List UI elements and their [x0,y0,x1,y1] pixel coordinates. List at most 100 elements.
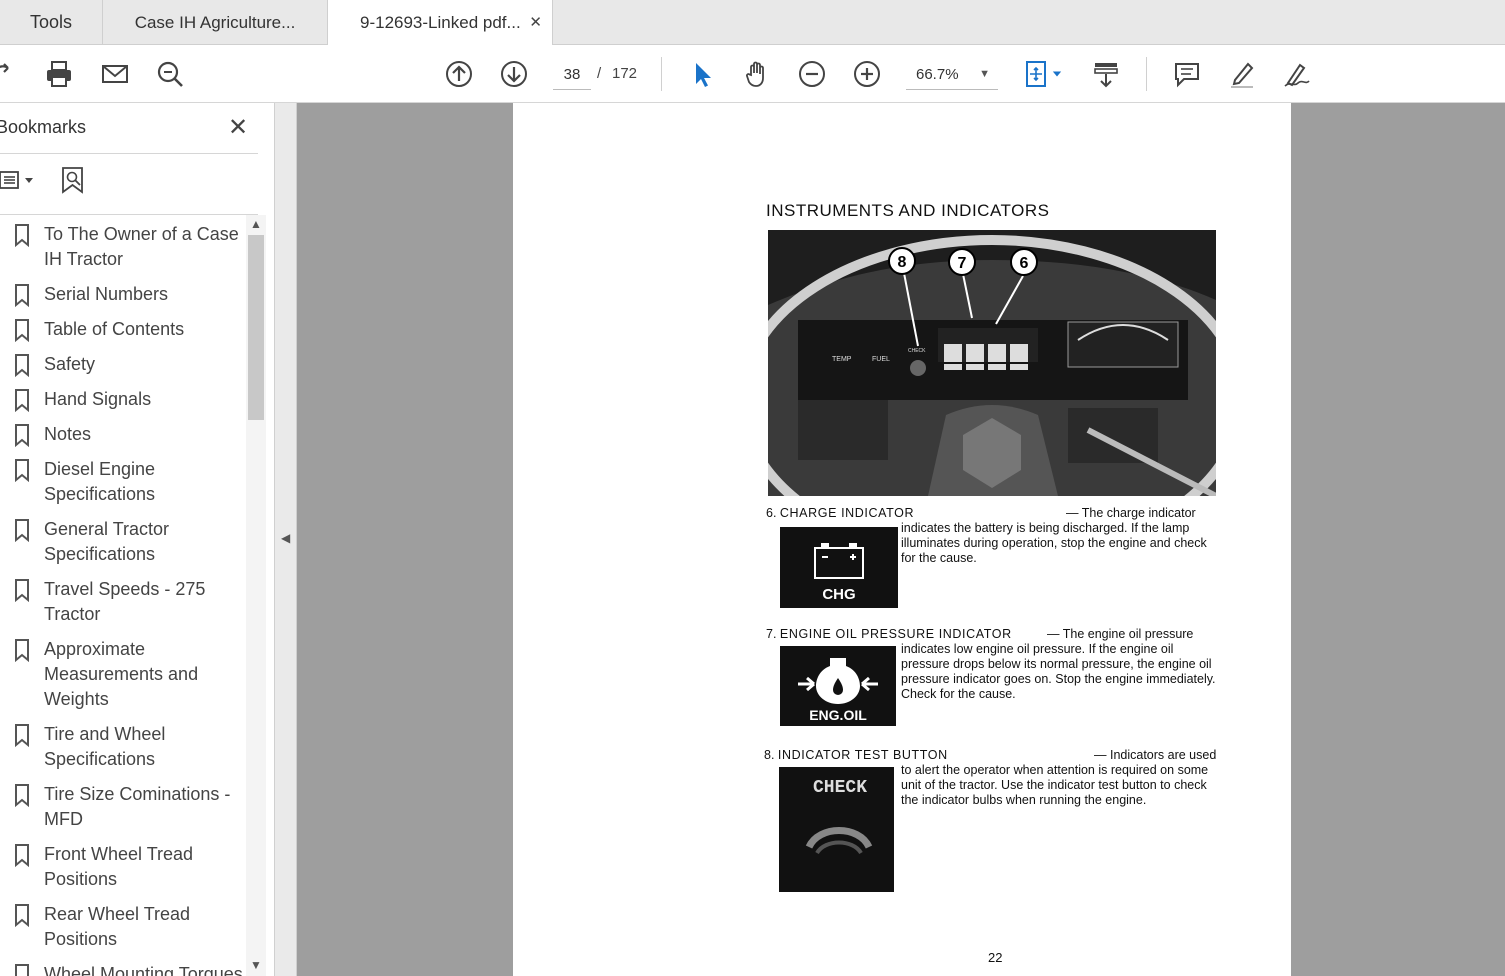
pdf-page: INSTRUMENTS AND INDICATORS TEMP FUEL CHE… [513,103,1291,976]
bookmark-item[interactable]: To The Owner of a Case IH Tractor [0,215,246,275]
chevron-down-icon: ▼ [979,68,990,80]
previous-page-icon[interactable] [442,57,476,91]
highlight-pen-icon[interactable] [1225,57,1259,91]
engine-oil-icon: ENG.OIL [780,646,896,726]
bookmark-label: To The Owner of a Case IH Tractor [44,224,239,269]
tab-tools[interactable]: Tools [0,0,103,45]
bookmark-item[interactable]: Travel Speeds - 275 Tractor [0,570,246,630]
close-icon[interactable]: ✕ [228,113,248,142]
bookmark-item[interactable]: Rear Wheel Tread Positions [0,895,246,955]
bookmark-item[interactable]: Tire Size Cominations - MFD [0,775,246,835]
page-heading: INSTRUMENTS AND INDICATORS [766,201,1050,220]
chevron-left-icon: ◀ [281,531,291,545]
zoom-level-select[interactable]: 66.7% ▼ [906,60,998,90]
document-viewer[interactable]: INSTRUMENTS AND INDICATORS TEMP FUEL CHE… [297,103,1505,976]
hand-tool-icon[interactable] [740,57,774,91]
page-number-input[interactable]: 38 [553,60,591,90]
callout-7: 7 [958,255,967,272]
bookmark-item[interactable]: Wheel Mounting Torques [0,955,246,976]
callout-8: 8 [898,254,907,271]
options-menu-icon[interactable] [0,167,38,193]
bookmark-icon [12,638,32,663]
zoom-in-icon[interactable] [850,57,884,91]
bookmark-label: Hand Signals [44,389,152,409]
bookmark-item[interactable]: Diesel Engine Specifications [0,450,246,510]
bookmark-item[interactable]: Hand Signals [0,380,246,415]
dashboard-photo: TEMP FUEL CHECK 8 7 6 [768,230,1216,496]
section-number: 6. [766,506,777,520]
section-number: 8. [764,748,775,762]
bookmark-item[interactable]: General Tractor Specifications [0,510,246,570]
section-title: CHARGE INDICATOR [779,506,915,520]
bookmark-label: Diesel Engine Specifications [44,459,156,504]
scroll-down-icon[interactable]: ▼ [250,958,262,972]
gauge-label-fuel: FUEL [872,356,890,363]
upload-icon[interactable] [0,57,26,91]
search-icon[interactable] [153,57,187,91]
bookmarks-title: Bookmarks [0,117,87,137]
icon-label-chg: CHG [822,586,855,603]
bookmark-item[interactable]: Approximate Measurements and Weights [0,630,246,715]
comment-icon[interactable] [1170,57,1204,91]
icon-label-eng-oil: ENG.OIL [809,707,867,723]
print-icon[interactable] [42,57,76,91]
bookmark-icon [12,843,32,868]
section-text: — The charge indicator indicates the bat… [901,506,1207,565]
close-tab-icon[interactable]: ✕ [529,13,542,31]
bookmark-list: To The Owner of a Case IH Tractor Serial … [0,215,246,976]
charge-indicator-icon: CHG [780,527,898,608]
bookmark-label: Travel Speeds - 275 Tractor [44,579,206,624]
bookmark-item[interactable]: Notes [0,415,246,450]
bookmark-item[interactable]: Tire and Wheel Specifications [0,715,246,775]
scroll-mode-icon[interactable] [1089,57,1123,91]
section-title: ENGINE OIL PRESSURE INDICATOR [779,627,1012,641]
bookmark-icon [12,223,32,248]
bookmark-icon [12,353,32,378]
bookmarks-panel: Bookmarks ✕ To The Owner of a Case IH Tr… [0,103,275,976]
callout-6: 6 [1020,255,1029,272]
gauge-label-temp: TEMP [832,356,852,363]
check-button-photo: CHECK [779,767,894,892]
bookmark-item[interactable]: Serial Numbers [0,275,246,310]
zoom-out-icon[interactable] [795,57,829,91]
bookmark-label: Safety [44,354,96,374]
scroll-up-icon[interactable]: ▲ [250,217,262,231]
tab-document-1[interactable]: Case IH Agriculture... [103,0,328,45]
toolbar-divider [1146,57,1147,91]
page-number: 22 [988,950,1003,965]
bookmark-scrollbar[interactable]: ▲ ▼ [246,215,266,976]
bookmark-label: Front Wheel Tread Positions [44,844,194,889]
bookmark-icon [12,578,32,603]
scrollbar-thumb[interactable] [248,235,264,420]
fit-page-dropdown-icon[interactable] [1048,57,1066,91]
bookmark-label: General Tractor Specifications [44,519,170,564]
select-cursor-icon[interactable] [685,57,719,91]
email-icon[interactable] [98,57,132,91]
bookmark-label: Tire and Wheel Specifications [44,724,166,769]
next-page-icon[interactable] [497,57,531,91]
bookmark-icon [12,783,32,808]
bookmark-item[interactable]: Table of Contents [0,310,246,345]
panel-collapse-handle[interactable]: ◀ [275,103,297,976]
bookmark-item[interactable]: Safety [0,345,246,380]
bookmark-icon [12,388,32,413]
divider [0,153,258,154]
bookmark-item[interactable]: Front Wheel Tread Positions [0,835,246,895]
zoom-level-value: 66.7% [916,66,959,83]
bookmark-label: Table of Contents [44,319,185,339]
toolbar-divider [661,57,662,91]
toolbar: 38 / 172 66.7% ▼ [0,45,1505,103]
section-number: 7. [766,627,777,641]
new-bookmark-icon[interactable] [60,165,88,195]
tab-document-2[interactable]: 9-12693-Linked pdf... ✕ [328,0,553,46]
bookmark-label: Wheel Mounting Torques [44,964,243,976]
bookmark-icon [12,423,32,448]
bookmark-icon [12,458,32,483]
bookmark-icon [12,318,32,343]
bookmark-label: Approximate Measurements and Weights [44,639,199,709]
tab-bar: Tools Case IH Agriculture... 9-12693-Lin… [0,0,1505,46]
bookmark-label: Serial Numbers [44,284,169,304]
bookmark-label: Rear Wheel Tread Positions [44,904,191,949]
section-text: — Indicators are used to alert the opera… [901,748,1217,807]
sign-icon[interactable] [1280,57,1314,91]
